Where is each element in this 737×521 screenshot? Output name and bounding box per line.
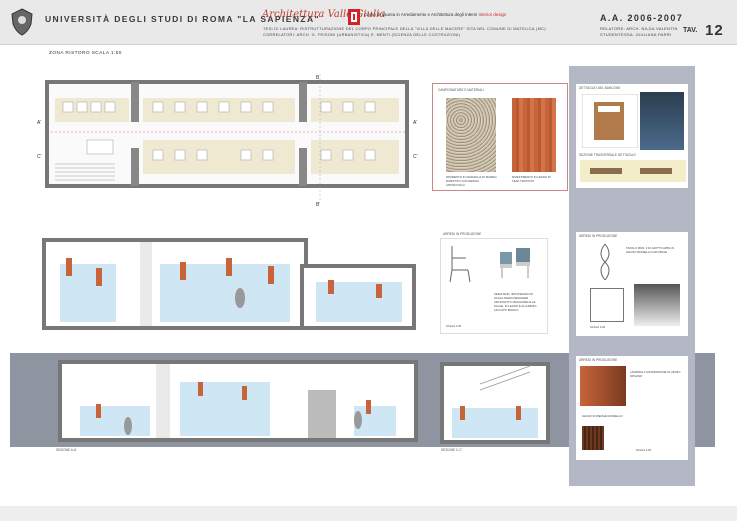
thesis-info: TESI DI LAUREA: RISTRUTTURAZIONE DEL COR… (263, 26, 563, 38)
wood-caption: LEGNO DI WENGÈ MASSELLO (582, 414, 623, 418)
cross-section-detail (580, 160, 686, 182)
lamp-photo (580, 366, 626, 406)
floor-plan: A' A' C' C' B B' (37, 74, 418, 208)
table-top-plan (590, 288, 624, 322)
course-text: Corso di Laurea in Arredamento e Archite… (364, 12, 478, 17)
detail-title: DETTAGLIO DEL BANCONE (579, 86, 621, 90)
thesis-correlators: CORRELATORI: ARCH. G. FRISONI (URBANISTI… (263, 32, 461, 37)
material2-caption: RIVESTIMENTO IN LEGNO DI TEAK TRATTATO (512, 175, 551, 183)
section-cc (440, 362, 550, 444)
tav-number: 12 (705, 22, 724, 39)
chair-photo (500, 248, 530, 278)
plan-label-c-left: C' (37, 154, 42, 160)
chair-caption: SEDIA MOD. 300 DISEGNO DI SCALA AVEDA DE… (494, 292, 537, 312)
table-caption: TAVOLO MOD. 2 DI GIOTTO ARTE IN LEGNO MA… (626, 246, 674, 254)
production-caption: LAMPADA A SOSPENSIONE IN VETRO OPALINO (630, 370, 681, 378)
terrazzo-sample (446, 98, 496, 172)
table-photo (634, 284, 680, 326)
course-name: Corso di Laurea in Arredamento e Archite… (364, 12, 506, 17)
chair-title: ARREDI IN PRODUZIONE (443, 232, 482, 236)
counter-detail-drawing (582, 94, 638, 148)
plan-label-a-left: A' (37, 120, 41, 126)
drawing-title: ZONA RISTORO SCALA 1:50 (49, 51, 122, 56)
credits: RELATORE: ARCH. NILDA VALENTIN STUDENTES… (600, 26, 678, 38)
plan-label-b-bottom: B' (316, 202, 320, 208)
elevation-section (42, 238, 416, 330)
detail2-title: SEZIONE TRASVERSALE DETTAGLIO (579, 153, 636, 157)
table-leg-icon (600, 243, 610, 281)
section-aa-label: SEZIONE A-A' (56, 448, 77, 452)
counter-photo (640, 92, 684, 150)
table-title: ARREDI IN PRODUZIONE (579, 234, 618, 238)
footer-strip (0, 506, 737, 521)
teak-sample (512, 98, 556, 172)
academic-year: A.A. 2006-2007 (600, 13, 684, 23)
section-cc-label: SEZIONE C-C' (441, 448, 463, 452)
faculty-logo-icon (348, 9, 360, 25)
panel-scale: SCALA 1:20 (636, 448, 652, 452)
chair-drawing-icon (449, 246, 471, 283)
plan-label-a-right: A' (413, 120, 417, 126)
section-aa (58, 360, 418, 442)
table-scale: SCALA 1:20 (590, 325, 606, 329)
production-title: ARREDI IN PRODUZIONE (579, 358, 618, 362)
studentessa: STUDENTESSA: GIULIANA PARRI (600, 32, 672, 37)
material1-caption: PAVIMENTO IN GRANIGLIA DI MARMO RIVESTIT… (446, 175, 497, 187)
tav-label: TAV. (683, 27, 698, 34)
chair-scale: SCALA 1:20 (446, 324, 462, 328)
plan-label-c-right: C' (413, 154, 418, 160)
wenge-sample (582, 426, 604, 450)
university-crest-icon (11, 8, 33, 36)
course-highlight: Interior design (478, 12, 507, 17)
materials-caption: CAMPIONATURE E MATERIALI (438, 88, 484, 92)
